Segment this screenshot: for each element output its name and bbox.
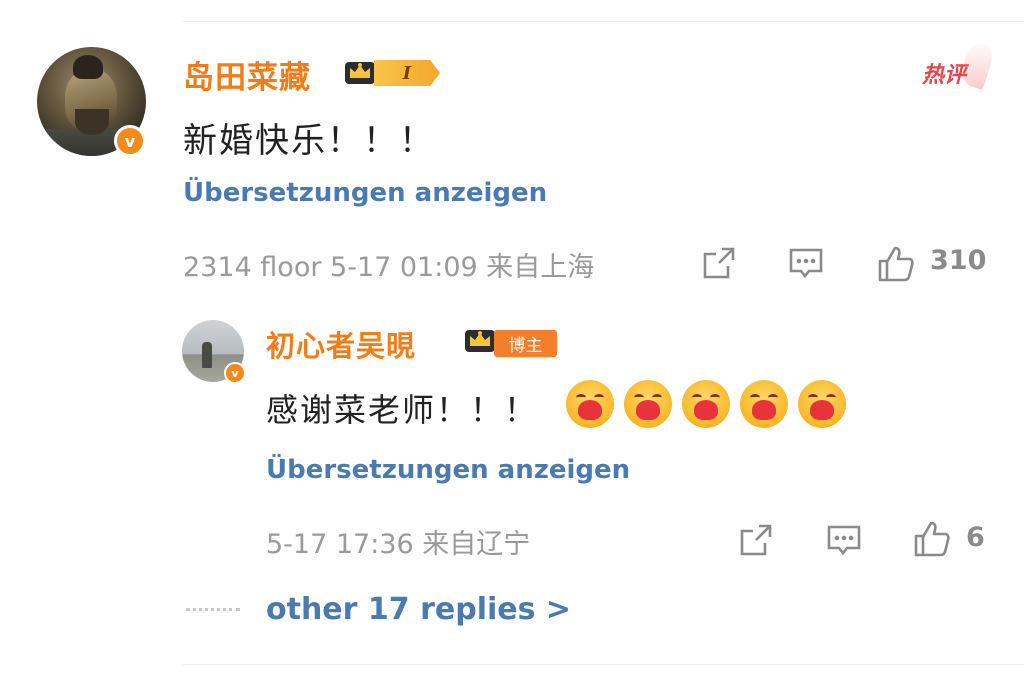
crown-icon bbox=[345, 62, 375, 84]
reply-text: 感谢菜老师！！！ bbox=[266, 391, 539, 429]
more-replies-link[interactable]: other 17 replies > bbox=[266, 592, 571, 627]
hug-heart-emoji bbox=[624, 380, 672, 428]
comment-username[interactable]: 岛田菜藏 bbox=[183, 52, 311, 97]
hot-comment-badge: 热评 bbox=[918, 40, 997, 91]
verified-icon: v bbox=[114, 125, 146, 157]
reply-verified-icon: v bbox=[224, 362, 246, 384]
more-replies-dots bbox=[186, 608, 240, 611]
level-badge: I bbox=[374, 60, 440, 86]
reply-crown-icon bbox=[465, 330, 495, 352]
reply-share-icon[interactable] bbox=[737, 521, 775, 559]
comment-text: 新婚快乐！！！ bbox=[183, 121, 435, 161]
thumbs-up-icon[interactable] bbox=[876, 244, 916, 284]
host-badge: 博主 bbox=[494, 330, 557, 357]
reply-comment-icon[interactable] bbox=[825, 521, 863, 559]
reply-translate-link[interactable]: Übersetzungen anzeigen bbox=[266, 455, 630, 485]
like-count: 310 bbox=[930, 245, 987, 276]
comment-icon[interactable] bbox=[787, 244, 825, 282]
reply-meta: 5-17 17:36 来自辽宁 bbox=[266, 529, 531, 560]
reply-thumbs-up-icon[interactable] bbox=[912, 519, 952, 559]
hot-comment-label: 热评 bbox=[922, 63, 967, 88]
hug-heart-emoji bbox=[682, 380, 730, 428]
hug-heart-emoji bbox=[740, 380, 788, 428]
reply-username[interactable]: 初心者吴晛 bbox=[266, 323, 416, 365]
translate-link[interactable]: Übersetzungen anzeigen bbox=[183, 178, 547, 208]
comment-meta: 2314 floor 5-17 01:09 来自上海 bbox=[183, 252, 595, 283]
hug-heart-emoji bbox=[566, 380, 614, 428]
bottom-divider bbox=[183, 664, 1024, 665]
top-divider bbox=[183, 21, 1024, 22]
hug-heart-emoji bbox=[798, 380, 846, 428]
emoji-group bbox=[566, 380, 846, 428]
reply-like-count: 6 bbox=[966, 522, 985, 553]
share-icon[interactable] bbox=[700, 244, 738, 282]
